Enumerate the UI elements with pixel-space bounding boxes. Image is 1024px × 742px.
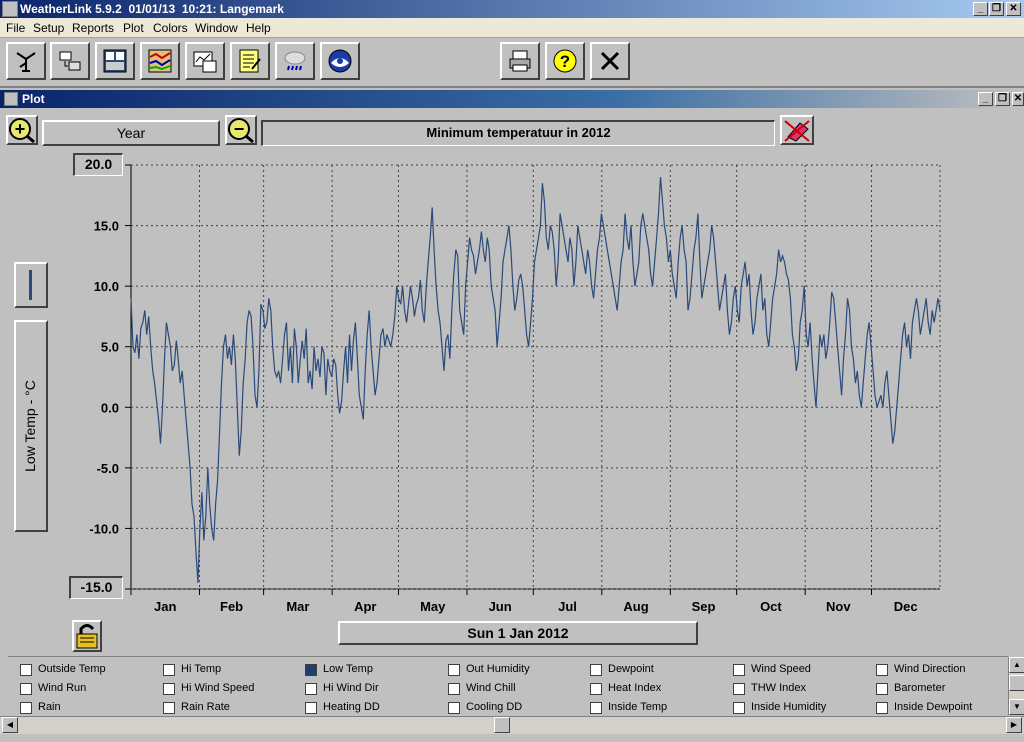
month-label: Oct bbox=[760, 599, 782, 614]
legend-vertical-scrollbar[interactable]: ▲ ▼ bbox=[1008, 657, 1024, 715]
legend-label: Inside Dewpoint bbox=[894, 701, 973, 713]
lock-icon bbox=[76, 624, 98, 649]
legend-label: Low Temp bbox=[323, 663, 373, 675]
y-tick-label: -10.0 bbox=[89, 521, 119, 536]
legend-checkbox[interactable] bbox=[20, 683, 32, 695]
month-label: Apr bbox=[354, 599, 376, 614]
legend-checkbox[interactable] bbox=[876, 683, 888, 695]
legend-label: Hi Temp bbox=[181, 663, 222, 675]
legend-label: Rain bbox=[38, 701, 61, 713]
legend-checkbox[interactable] bbox=[590, 664, 602, 676]
month-label: Jan bbox=[154, 599, 176, 614]
y-tick-label: 10.0 bbox=[94, 279, 119, 294]
month-label: Feb bbox=[220, 599, 243, 614]
series-legend: Outside Temp Hi Temp Low Temp Out Humidity D… bbox=[8, 656, 1008, 716]
y-tick-label: 0.0 bbox=[101, 400, 119, 415]
date-field[interactable]: Sun 1 Jan 2012 bbox=[338, 621, 698, 645]
legend-checkbox[interactable] bbox=[305, 702, 317, 714]
legend-checkbox[interactable] bbox=[733, 664, 745, 676]
month-label: Nov bbox=[826, 599, 851, 614]
legend-checkbox[interactable] bbox=[305, 683, 317, 695]
month-label: Mar bbox=[286, 599, 309, 614]
scroll-up-button[interactable]: ▲ bbox=[1009, 657, 1024, 673]
scroll-right-button[interactable]: ▶ bbox=[1006, 717, 1022, 733]
scroll-down-button[interactable]: ▼ bbox=[1009, 699, 1024, 715]
legend-checkbox[interactable] bbox=[876, 664, 888, 676]
low-temp-series-line bbox=[130, 177, 941, 583]
legend-label: Heat Index bbox=[608, 682, 662, 694]
legend-label: Cooling DD bbox=[466, 701, 523, 713]
month-label: Aug bbox=[623, 599, 648, 614]
lock-button[interactable] bbox=[72, 620, 102, 652]
legend-label: Outside Temp bbox=[38, 663, 106, 675]
legend-checkbox[interactable] bbox=[590, 683, 602, 695]
legend-label: THW Index bbox=[751, 682, 807, 694]
month-label: Jul bbox=[558, 599, 577, 614]
legend-checkbox[interactable] bbox=[733, 683, 745, 695]
month-label: Dec bbox=[894, 599, 918, 614]
horizontal-scrollbar[interactable]: ◀ ▶ bbox=[0, 716, 1024, 734]
legend-label: Wind Speed bbox=[751, 663, 811, 675]
month-label: May bbox=[420, 599, 446, 614]
legend-checkbox[interactable] bbox=[163, 683, 175, 695]
y-tick-label: 5.0 bbox=[101, 340, 119, 355]
legend-label: Inside Temp bbox=[608, 701, 668, 713]
legend-label: Out Humidity bbox=[466, 663, 530, 675]
legend-checkbox[interactable] bbox=[20, 702, 32, 714]
y-tick-label: -5.0 bbox=[97, 461, 119, 476]
legend-label: Inside Humidity bbox=[751, 701, 827, 713]
legend-label: Rain Rate bbox=[181, 701, 230, 713]
legend-label: Wind Chill bbox=[466, 682, 516, 694]
legend-checkbox[interactable] bbox=[448, 683, 460, 695]
horizontal-scroll-thumb[interactable] bbox=[494, 717, 510, 733]
legend-label: Wind Run bbox=[38, 682, 87, 694]
legend-label: Barometer bbox=[894, 682, 946, 694]
legend-checkbox[interactable] bbox=[448, 702, 460, 714]
scroll-left-button[interactable]: ◀ bbox=[2, 717, 18, 733]
y-tick-label: 15.0 bbox=[94, 219, 119, 234]
legend-checkbox[interactable] bbox=[448, 664, 460, 676]
legend-checkbox[interactable] bbox=[163, 664, 175, 676]
legend-label: Heating DD bbox=[323, 701, 380, 713]
month-label: Sep bbox=[692, 599, 716, 614]
legend-label: Hi Wind Dir bbox=[323, 682, 379, 694]
legend-checkbox[interactable] bbox=[163, 702, 175, 714]
month-label: Jun bbox=[489, 599, 512, 614]
legend-label: Wind Direction bbox=[894, 663, 966, 675]
legend-checkbox[interactable] bbox=[305, 664, 317, 676]
legend-checkbox[interactable] bbox=[590, 702, 602, 714]
legend-checkbox[interactable] bbox=[733, 702, 745, 714]
legend-label: Dewpoint bbox=[608, 663, 654, 675]
legend-checkbox[interactable] bbox=[876, 702, 888, 714]
scroll-thumb[interactable] bbox=[1009, 675, 1024, 691]
legend-checkbox[interactable] bbox=[20, 664, 32, 676]
legend-label: Hi Wind Speed bbox=[181, 682, 255, 694]
